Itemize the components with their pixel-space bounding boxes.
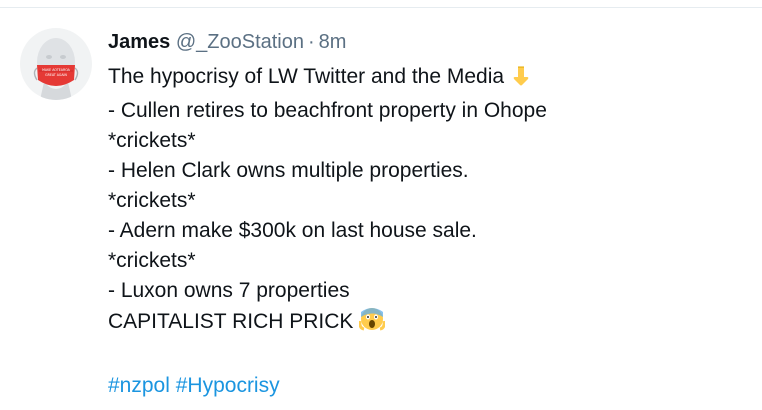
hashtag-nzpol[interactable]: #nzpol (108, 374, 170, 397)
hashtag-row: #nzpol #Hypocrisy (108, 371, 748, 401)
separator-dot: · (308, 31, 315, 53)
tweet[interactable]: MAKE AOTEAROA GREAT AGAIN James @_ZooSta… (0, 8, 762, 410)
tweet-line-3: *crickets* (108, 129, 196, 152)
tweet-line-4: - Helen Clark owns multiple properties. (108, 159, 469, 182)
tweet-time[interactable]: 8m (319, 31, 347, 53)
author-name[interactable]: James (108, 31, 170, 53)
tweet-body: James @_ZooStation · 8m The hypocrisy of L… (108, 30, 748, 401)
pointing-down-icon (510, 65, 532, 96)
tweet-text: The hypocrisy of LW Twitter and the Medi… (108, 62, 748, 401)
svg-text:GREAT AGAIN: GREAT AGAIN (45, 73, 67, 77)
screaming-face-icon (358, 306, 387, 341)
avatar[interactable]: MAKE AOTEAROA GREAT AGAIN (20, 28, 92, 100)
tweet-line-9: CAPITALIST RICH PRICK (108, 306, 748, 341)
tweet-line-6: - Adern make $300k on last house sale. (108, 219, 477, 242)
tweet-line-2: - Cullen retires to beachfront property … (108, 99, 547, 122)
tweet-line-7: *crickets* (108, 249, 196, 272)
hashtag-hypocrisy[interactable]: #Hypocrisy (176, 374, 280, 397)
tweet-header: James @_ZooStation · 8m (108, 30, 748, 54)
avatar-mask-image: MAKE AOTEAROA GREAT AGAIN (33, 38, 79, 100)
svg-text:MAKE AOTEAROA: MAKE AOTEAROA (42, 68, 70, 72)
author-handle[interactable]: @_ZooStation (176, 31, 304, 53)
tweet-line-1: The hypocrisy of LW Twitter and the Medi… (108, 62, 748, 96)
tweet-line-8: - Luxon owns 7 properties (108, 279, 350, 302)
tweet-line-5: *crickets* (108, 189, 196, 212)
